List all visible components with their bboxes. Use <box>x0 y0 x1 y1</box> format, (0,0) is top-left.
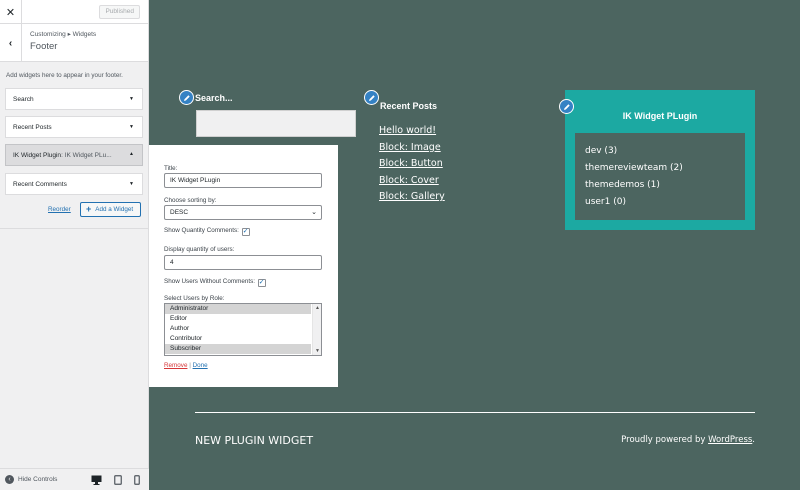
role-option-author[interactable]: Author <box>165 324 311 334</box>
recent-posts-title: Recent Posts <box>380 101 438 111</box>
breadcrumb: Customizing ▸ Widgets <box>30 30 96 38</box>
roles-multiselect[interactable]: Administrator Editor Author Contributor … <box>164 303 322 356</box>
customizer-sidebar: ✕ Published ‹ Customizing ▸ Widgets Foot… <box>0 0 149 490</box>
hide-controls-icon: ‹ <box>5 475 14 484</box>
done-link[interactable]: Done <box>193 362 208 369</box>
scroll-up-icon[interactable]: ▲ <box>315 305 320 311</box>
site-title[interactable]: NEW PLUGIN WIDGET <box>195 434 313 447</box>
role-option-contributor[interactable]: Contributor <box>165 334 311 344</box>
widget-form-panel: Title: IK Widget PLugin Choose sorting b… <box>149 145 338 387</box>
powered-prefix: Proudly powered by <box>621 435 709 445</box>
breadcrumb-parent: Customizing <box>30 31 66 38</box>
section-description: Add widgets here to appear in your foote… <box>6 72 123 79</box>
publish-button[interactable]: Published <box>99 5 140 19</box>
recent-post-link[interactable]: Hello world! <box>379 125 445 136</box>
widget-title: Recent Posts <box>13 123 52 131</box>
list-item: themereviewteam (2) <box>585 163 683 173</box>
widget-subtitle: : IK Widget PLu... <box>61 151 112 159</box>
show-without-text: Show Users Without Comments: <box>164 278 255 285</box>
back-arrow-icon[interactable]: ‹ <box>0 24 22 62</box>
add-widget-button[interactable]: + Add a Widget <box>80 202 141 217</box>
close-icon[interactable]: ✕ <box>0 0 22 24</box>
hide-controls-button[interactable]: ‹ Hide Controls <box>5 475 57 484</box>
tablet-icon[interactable] <box>114 474 122 485</box>
pencil-icon[interactable] <box>179 90 194 105</box>
widget-form-actions: Remove | Done <box>164 362 208 369</box>
breadcrumb-separator: ▸ <box>67 31 71 38</box>
widget-row-search[interactable]: Search ▼ <box>5 88 143 110</box>
show-comments-text: Show Quantity Comments: <box>164 227 239 234</box>
breadcrumb-child: Widgets <box>72 31 97 38</box>
section-title: Footer <box>30 41 58 52</box>
show-without-label: Show Users Without Comments: ✓ <box>164 278 266 287</box>
widget-title: Recent Comments <box>13 180 67 188</box>
add-widget-label: Add a Widget <box>95 206 134 213</box>
powered-by-text: Proudly powered by WordPress. <box>621 435 755 445</box>
sorting-label: Choose sorting by: <box>164 197 217 204</box>
list-item: dev (3) <box>585 146 618 156</box>
search-widget-title: Search... <box>195 93 233 103</box>
customizer-header: ✕ Published <box>0 0 148 24</box>
widget-row-recent-comments[interactable]: Recent Comments ▼ <box>5 173 143 195</box>
divider <box>0 228 149 229</box>
widget-row-ik-widget[interactable]: IK Widget Plugin: IK Widget PLu... ▲ <box>5 144 143 166</box>
sorting-value: DESC <box>170 209 189 216</box>
sorting-select[interactable]: DESC ⌄ <box>164 205 322 220</box>
recent-post-link[interactable]: Block: Cover <box>379 175 445 186</box>
search-input[interactable] <box>196 110 356 137</box>
chevron-down-icon[interactable]: ▼ <box>129 96 134 102</box>
chevron-down-icon[interactable]: ▼ <box>129 181 134 187</box>
desktop-icon[interactable] <box>91 474 102 485</box>
show-without-checkbox[interactable]: ✓ <box>257 279 266 287</box>
remove-link[interactable]: Remove <box>164 362 187 369</box>
plus-icon: + <box>86 204 92 214</box>
list-item: user1 (0) <box>585 197 626 207</box>
pencil-icon[interactable] <box>364 90 379 105</box>
show-comments-checkbox[interactable]: ✓ <box>241 228 250 236</box>
widget-title: IK Widget Plugin <box>13 151 62 159</box>
ik-widget-preview: IK Widget PLugin dev (3) themereviewteam… <box>565 90 755 230</box>
checkmark-icon: ✓ <box>258 279 265 286</box>
show-comments-label: Show Quantity Comments: ✓ <box>164 227 250 236</box>
footer-divider <box>195 412 755 413</box>
pencil-icon[interactable] <box>559 99 574 114</box>
roles-label: Select Users by Role: <box>164 295 225 302</box>
quantity-input[interactable]: 4 <box>164 255 322 270</box>
reorder-link[interactable]: Reorder <box>48 206 71 213</box>
role-option-subscriber[interactable]: Subscriber <box>165 344 311 354</box>
roles-scrollbar[interactable]: ▲ ▼ <box>312 304 321 355</box>
recent-posts-list: Hello world! Block: Image Block: Button … <box>379 125 445 208</box>
powered-suffix: . <box>752 435 755 445</box>
mobile-icon[interactable] <box>134 474 140 485</box>
quantity-label: Display quantity of users: <box>164 246 235 253</box>
customizer-footer: ‹ Hide Controls <box>0 468 149 490</box>
list-item: themedemos (1) <box>585 180 660 190</box>
role-option-editor[interactable]: Editor <box>165 314 311 324</box>
chevron-down-icon[interactable]: ▼ <box>129 124 134 130</box>
checkmark-icon: ✓ <box>242 228 249 235</box>
section-header: ‹ Customizing ▸ Widgets Footer <box>0 24 148 62</box>
chevron-down-icon: ⌄ <box>311 209 317 216</box>
recent-post-link[interactable]: Block: Image <box>379 142 445 153</box>
chevron-up-icon[interactable]: ▲ <box>129 151 134 157</box>
title-field-label: Title: <box>164 165 178 172</box>
widget-title: Search <box>13 95 34 103</box>
hide-controls-label: Hide Controls <box>18 476 58 483</box>
title-input[interactable]: IK Widget PLugin <box>164 173 322 188</box>
wordpress-link[interactable]: WordPress <box>708 435 752 445</box>
ik-widget-title: IK Widget PLugin <box>622 111 698 121</box>
scroll-down-icon[interactable]: ▼ <box>315 348 320 354</box>
role-option-administrator[interactable]: Administrator <box>165 304 311 314</box>
widget-row-recent-posts[interactable]: Recent Posts ▼ <box>5 116 143 138</box>
recent-post-link[interactable]: Block: Gallery <box>379 191 445 202</box>
recent-post-link[interactable]: Block: Button <box>379 158 445 169</box>
ik-user-list: dev (3) themereviewteam (2) themedemos (… <box>575 133 745 220</box>
